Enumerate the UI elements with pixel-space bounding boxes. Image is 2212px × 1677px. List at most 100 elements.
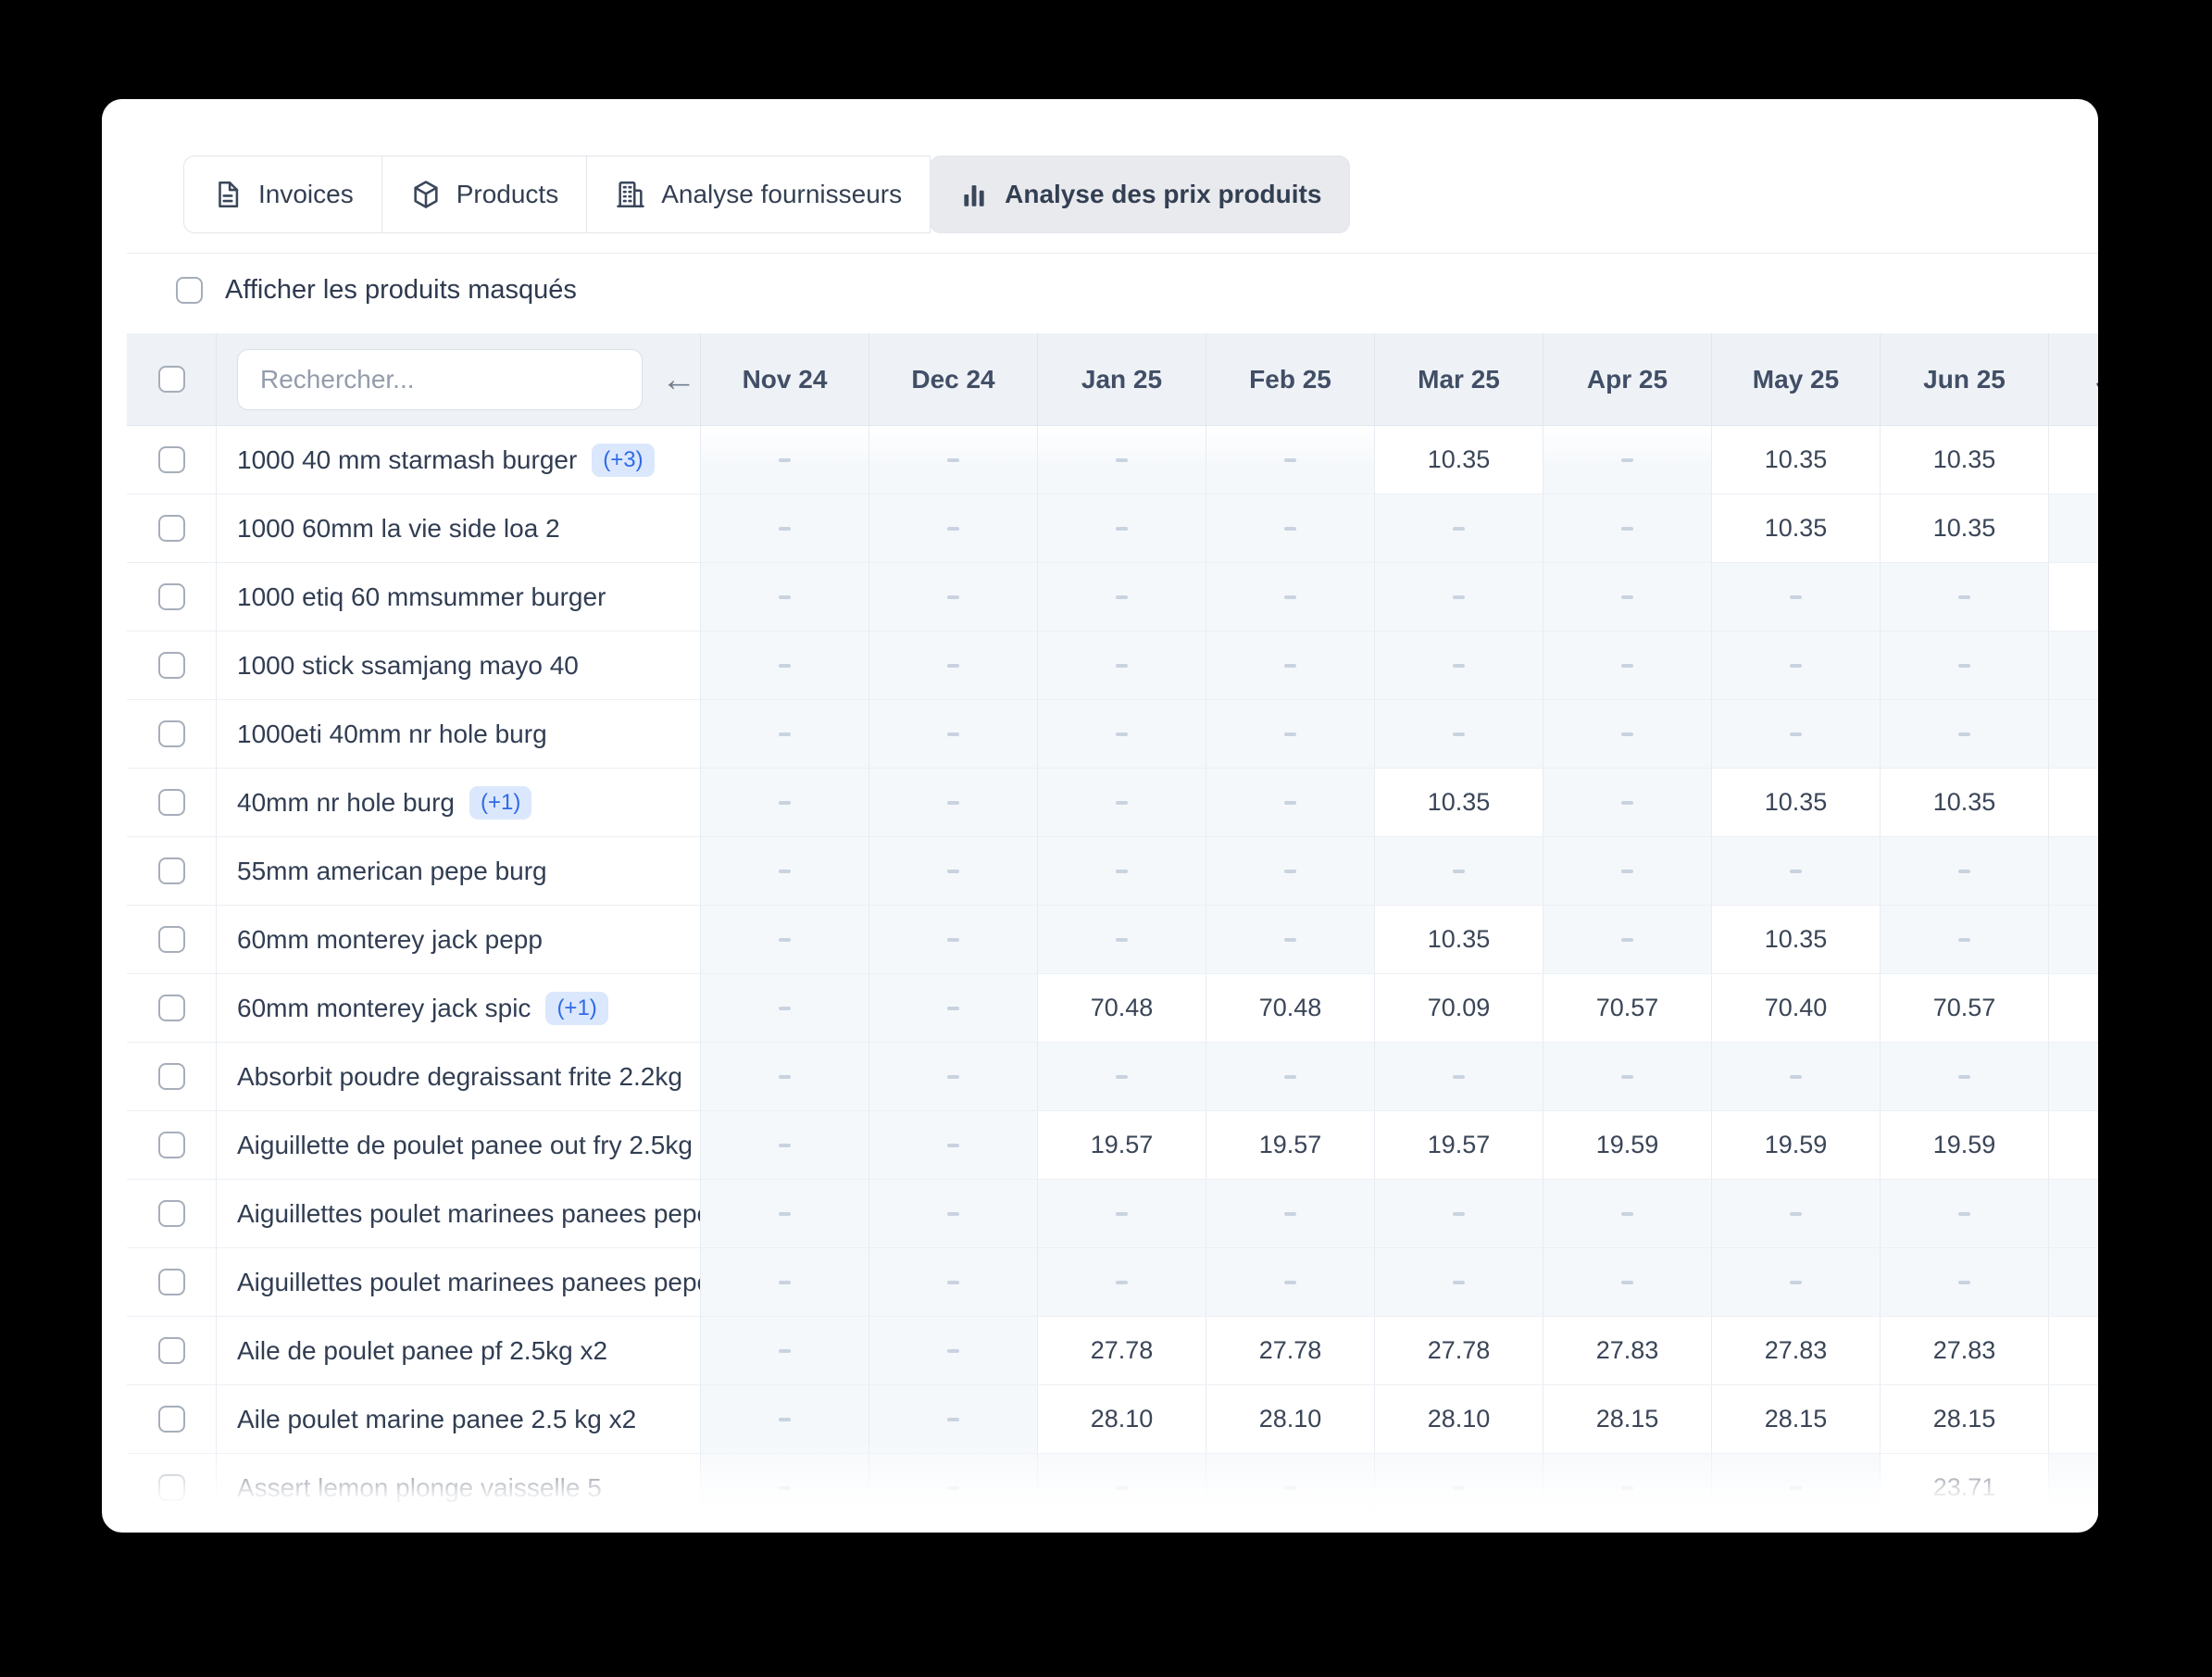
empty-value-dash: [1116, 1075, 1128, 1079]
empty-price-cell: [1037, 632, 1206, 699]
empty-value-dash: [1116, 870, 1128, 873]
empty-value-dash: [1284, 595, 1296, 599]
product-name-cell[interactable]: 1000 stick ssamjang mayo 40: [216, 632, 700, 699]
price-cell: 10.35: [1374, 426, 1543, 494]
empty-value-dash: [1621, 595, 1633, 599]
price-cell: 70.57: [1543, 974, 1711, 1042]
column-header-label: Jan 25: [1081, 365, 1162, 394]
empty-value-dash: [1958, 1075, 1970, 1079]
empty-value-dash: [947, 1212, 959, 1216]
product-name: Aiguillettes poulet marinees panees pepe…: [237, 1199, 762, 1229]
empty-value-dash: [779, 1075, 791, 1079]
table-row: Aiguillettes poulet marinees panees pepe…: [127, 1180, 2098, 1248]
bar-chart-icon: [958, 179, 990, 210]
empty-price-cell: [1543, 632, 1711, 699]
price-cell: 19.59: [1543, 1111, 1711, 1179]
row-checkbox[interactable]: [158, 857, 185, 884]
product-name-cell[interactable]: 1000 etiq 60 mmsummer burger: [216, 563, 700, 631]
row-checkbox[interactable]: [158, 515, 185, 542]
product-name-cell[interactable]: Aiguillettes poulet marinees panees pepe…: [216, 1180, 700, 1247]
empty-price-cell: [869, 1454, 1037, 1521]
price-cell: 10.35: [1711, 426, 1880, 494]
tab-products[interactable]: Products: [381, 156, 588, 233]
price-value: 27.78: [1428, 1336, 1491, 1365]
price-cell: 10.35: [1711, 769, 1880, 836]
empty-price-cell: [1543, 494, 1711, 562]
tab-analyse-des-prix-produits[interactable]: Analyse des prix produits: [930, 156, 1350, 233]
collapse-column-arrow-icon[interactable]: ←: [661, 362, 696, 397]
row-checkbox[interactable]: [158, 446, 185, 473]
empty-value-dash: [779, 1486, 791, 1490]
empty-value-dash: [1621, 801, 1633, 805]
row-checkbox[interactable]: [158, 583, 185, 610]
price-cell: 10.35: [1880, 426, 2048, 494]
row-checkbox[interactable]: [158, 720, 185, 747]
variant-count-badge: (+1): [469, 786, 531, 820]
price-cell: 19.57: [1374, 1111, 1543, 1179]
tab-invoices[interactable]: Invoices: [183, 156, 382, 233]
table-row: Aile de poulet panee pf 2.5kg x227.7827.…: [127, 1317, 2098, 1385]
product-name-cell[interactable]: 1000 60mm la vie side loa 2: [216, 494, 700, 562]
row-checkbox-cell: [127, 494, 216, 562]
product-name-cell[interactable]: 1000eti 40mm nr hole burg: [216, 700, 700, 768]
empty-price-cell: [1543, 563, 1711, 631]
search-input[interactable]: [237, 349, 643, 410]
empty-value-dash: [1116, 1281, 1128, 1284]
product-name-cell[interactable]: Aiguillettes poulet marinees panees pepe…: [216, 1248, 700, 1316]
empty-price-cell: [869, 563, 1037, 631]
empty-value-dash: [779, 870, 791, 873]
show-hidden-products-toggle[interactable]: Afficher les produits masqués: [176, 271, 577, 308]
row-checkbox-cell: [127, 906, 216, 973]
product-name-cell[interactable]: 40mm nr hole burg (+1): [216, 769, 700, 836]
row-checkbox[interactable]: [158, 1269, 185, 1295]
product-name-cell[interactable]: Aile de poulet panee pf 2.5kg x2: [216, 1317, 700, 1384]
product-name-cell[interactable]: Assert lemon plonge vaisselle 5: [216, 1454, 700, 1521]
empty-price-cell: [869, 494, 1037, 562]
empty-price-cell: [1543, 1180, 1711, 1247]
empty-value-dash: [947, 732, 959, 736]
empty-value-dash: [1116, 938, 1128, 942]
empty-value-dash: [947, 595, 959, 599]
row-checkbox[interactable]: [158, 1406, 185, 1433]
product-name-cell[interactable]: Absorbit poudre degraissant frite 2.2kg: [216, 1043, 700, 1110]
table-row: Aile poulet marine panee 2.5 kg x228.102…: [127, 1385, 2098, 1454]
empty-price-cell: [2048, 494, 2098, 562]
product-name-cell[interactable]: 60mm monterey jack spic(+1): [216, 974, 700, 1042]
row-checkbox[interactable]: [158, 1132, 185, 1158]
row-checkbox[interactable]: [158, 1474, 185, 1501]
empty-value-dash: [779, 1144, 791, 1147]
empty-value-dash: [1621, 458, 1633, 462]
show-hidden-checkbox[interactable]: [176, 277, 203, 304]
row-checkbox[interactable]: [158, 1200, 185, 1227]
row-checkbox-cell: [127, 974, 216, 1042]
select-all-checkbox[interactable]: [158, 366, 185, 393]
empty-value-dash: [1958, 870, 1970, 873]
empty-price-cell: [1543, 1454, 1711, 1521]
app-card: Invoices Products Analyse fournisseurs: [102, 99, 2098, 1533]
empty-price-cell: [2048, 632, 2098, 699]
row-checkbox[interactable]: [158, 652, 185, 679]
product-name-cell[interactable]: 60mm monterey jack pepp: [216, 906, 700, 973]
row-checkbox[interactable]: [158, 1063, 185, 1090]
product-name-cell[interactable]: 55mm american pepe burg: [216, 837, 700, 905]
price-cell: 19.57: [1037, 1111, 1206, 1179]
price-value: 19.59: [1596, 1131, 1659, 1159]
row-checkbox[interactable]: [158, 995, 185, 1021]
row-checkbox[interactable]: [158, 926, 185, 953]
product-name: Absorbit poudre degraissant frite 2.2kg: [237, 1062, 682, 1092]
product-name: Assert lemon plonge vaisselle 5: [237, 1473, 602, 1503]
product-name-cell[interactable]: Aiguillette de poulet panee out fry 2.5k…: [216, 1111, 700, 1179]
tab-analyse-fournisseurs[interactable]: Analyse fournisseurs: [586, 156, 931, 233]
product-name: 40mm nr hole burg: [237, 788, 455, 818]
row-checkbox[interactable]: [158, 1337, 185, 1364]
product-name-cell[interactable]: 1000 40 mm starmash burger(+3): [216, 426, 700, 494]
empty-value-dash: [1958, 1212, 1970, 1216]
empty-price-cell: [1374, 837, 1543, 905]
price-cell: 70.48: [1206, 974, 1374, 1042]
row-checkbox[interactable]: [158, 789, 185, 816]
price-cell: [2048, 1111, 2098, 1179]
table-row: 1000 60mm la vie side loa 210.3510.35: [127, 494, 2098, 563]
product-name-cell[interactable]: Aile poulet marine panee 2.5 kg x2: [216, 1385, 700, 1453]
empty-price-cell: [1880, 1043, 2048, 1110]
price-value: 70.57: [1933, 994, 1996, 1022]
